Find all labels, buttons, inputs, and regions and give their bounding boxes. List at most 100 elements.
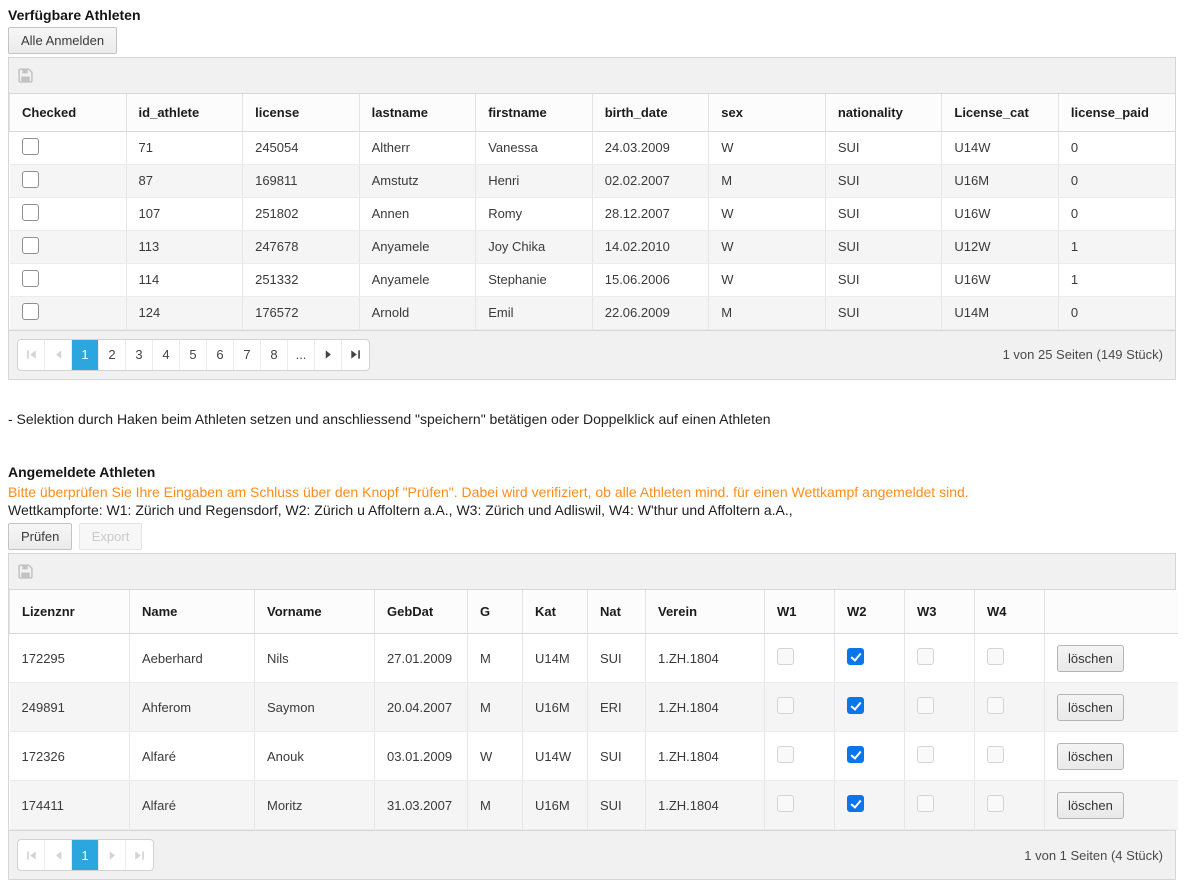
cell-license-cat: U16M <box>942 164 1059 197</box>
available-athlete-row[interactable]: 124 176572 Arnold Emil 22.06.2009 M SUI … <box>10 296 1176 329</box>
cell-nationality: SUI <box>825 197 942 230</box>
cell-firstname: Joy Chika <box>476 230 593 263</box>
w2-cell <box>835 634 905 683</box>
column-header: Nat <box>588 590 646 634</box>
cell-name: Aeberhard <box>130 634 255 683</box>
cell-birth-date: 15.06.2006 <box>592 263 709 296</box>
delete-button[interactable]: löschen <box>1057 743 1124 770</box>
delete-button[interactable]: löschen <box>1057 694 1124 721</box>
cell-sex: W <box>709 263 826 296</box>
w1-cell <box>765 781 835 830</box>
check-button[interactable]: Prüfen <box>8 523 72 550</box>
last-page-button <box>126 840 153 870</box>
delete-button[interactable]: löschen <box>1057 792 1124 819</box>
w2-checkbox[interactable] <box>847 795 864 812</box>
next-page-button[interactable] <box>315 340 342 370</box>
available-athlete-row[interactable]: 71 245054 Altherr Vanessa 24.03.2009 W S… <box>10 131 1176 164</box>
w4-checkbox[interactable] <box>987 795 1004 812</box>
w1-checkbox[interactable] <box>777 648 794 665</box>
column-header: sex <box>709 94 826 131</box>
cell-g: M <box>468 683 523 732</box>
enroll-all-button[interactable]: Alle Anmelden <box>8 27 117 54</box>
w1-checkbox[interactable] <box>777 795 794 812</box>
cell-lizenznr: 172295 <box>10 634 130 683</box>
checked-cell <box>10 263 127 296</box>
save-icon[interactable] <box>18 68 33 83</box>
checked-cell <box>10 230 127 263</box>
w4-checkbox[interactable] <box>987 746 1004 763</box>
w3-cell <box>905 732 975 781</box>
page-button[interactable]: 5 <box>180 340 207 370</box>
cell-id-athlete: 124 <box>126 296 243 329</box>
row-checkbox[interactable] <box>22 204 39 221</box>
cell-lastname: Amstutz <box>359 164 476 197</box>
cell-verein: 1.ZH.1804 <box>646 781 765 830</box>
w2-checkbox[interactable] <box>847 648 864 665</box>
cell-g: M <box>468 634 523 683</box>
w2-checkbox[interactable] <box>847 746 864 763</box>
w3-checkbox[interactable] <box>917 697 934 714</box>
verify-warning-text: Bitte überprüfen Sie Ihre Eingaben am Sc… <box>8 484 1176 500</box>
w1-cell <box>765 634 835 683</box>
cell-vorname: Anouk <box>255 732 375 781</box>
page-button[interactable]: 1 <box>72 840 99 870</box>
w1-checkbox[interactable] <box>777 746 794 763</box>
cell-license-cat: U12W <box>942 230 1059 263</box>
page-button[interactable]: 1 <box>72 340 99 370</box>
action-cell: löschen <box>1045 683 1178 732</box>
delete-button[interactable]: löschen <box>1057 645 1124 672</box>
last-page-button[interactable] <box>342 340 369 370</box>
checked-cell <box>10 296 127 329</box>
cell-firstname: Romy <box>476 197 593 230</box>
column-header <box>1045 590 1178 634</box>
available-grid-toolbar <box>9 58 1175 94</box>
registered-grid-toolbar <box>9 554 1175 590</box>
w3-checkbox[interactable] <box>917 648 934 665</box>
available-athlete-row[interactable]: 87 169811 Amstutz Henri 02.02.2007 M SUI… <box>10 164 1176 197</box>
cell-kat: U14W <box>523 732 588 781</box>
available-athletes-grid: Checkedid_athletelicenselastnamefirstnam… <box>8 57 1176 380</box>
cell-firstname: Henri <box>476 164 593 197</box>
available-athlete-row[interactable]: 114 251332 Anyamele Stephanie 15.06.2006… <box>10 263 1176 296</box>
column-header: Name <box>130 590 255 634</box>
page-button[interactable]: 3 <box>126 340 153 370</box>
w4-checkbox[interactable] <box>987 648 1004 665</box>
cell-sex: W <box>709 230 826 263</box>
cell-nationality: SUI <box>825 230 942 263</box>
cell-vorname: Nils <box>255 634 375 683</box>
page-button[interactable]: 4 <box>153 340 180 370</box>
w3-checkbox[interactable] <box>917 795 934 812</box>
cell-kat: U14M <box>523 634 588 683</box>
w1-checkbox[interactable] <box>777 697 794 714</box>
page-button[interactable]: ... <box>288 340 315 370</box>
export-button: Export <box>79 523 143 550</box>
cell-vorname: Moritz <box>255 781 375 830</box>
page-button[interactable]: 8 <box>261 340 288 370</box>
registered-pager: 1 <box>17 839 154 871</box>
registered-athletes-grid: LizenznrNameVornameGebDatGKatNatVereinW1… <box>8 553 1176 881</box>
column-header: id_athlete <box>126 94 243 131</box>
available-pager-bar: 12345678... 1 von 25 Seiten (149 Stück) <box>9 330 1175 379</box>
row-checkbox[interactable] <box>22 237 39 254</box>
cell-license-paid: 0 <box>1058 197 1175 230</box>
row-checkbox[interactable] <box>22 138 39 155</box>
cell-lizenznr: 174411 <box>10 781 130 830</box>
available-athlete-row[interactable]: 113 247678 Anyamele Joy Chika 14.02.2010… <box>10 230 1176 263</box>
action-cell: löschen <box>1045 634 1178 683</box>
w2-checkbox[interactable] <box>847 697 864 714</box>
row-checkbox[interactable] <box>22 303 39 320</box>
page-button[interactable]: 2 <box>99 340 126 370</box>
registered-athlete-row: 249891 Ahferom Saymon 20.04.2007 M U16M … <box>10 683 1178 732</box>
available-athletes-table: Checkedid_athletelicenselastnamefirstnam… <box>9 94 1175 330</box>
w4-checkbox[interactable] <box>987 697 1004 714</box>
page-button[interactable]: 6 <box>207 340 234 370</box>
cell-gebdat: 27.01.2009 <box>375 634 468 683</box>
selection-hint: - Selektion durch Haken beim Athleten se… <box>8 411 1176 427</box>
row-checkbox[interactable] <box>22 171 39 188</box>
save-icon[interactable] <box>18 564 33 579</box>
w3-checkbox[interactable] <box>917 746 934 763</box>
w3-cell <box>905 683 975 732</box>
row-checkbox[interactable] <box>22 270 39 287</box>
page-button[interactable]: 7 <box>234 340 261 370</box>
available-athlete-row[interactable]: 107 251802 Annen Romy 28.12.2007 W SUI U… <box>10 197 1176 230</box>
